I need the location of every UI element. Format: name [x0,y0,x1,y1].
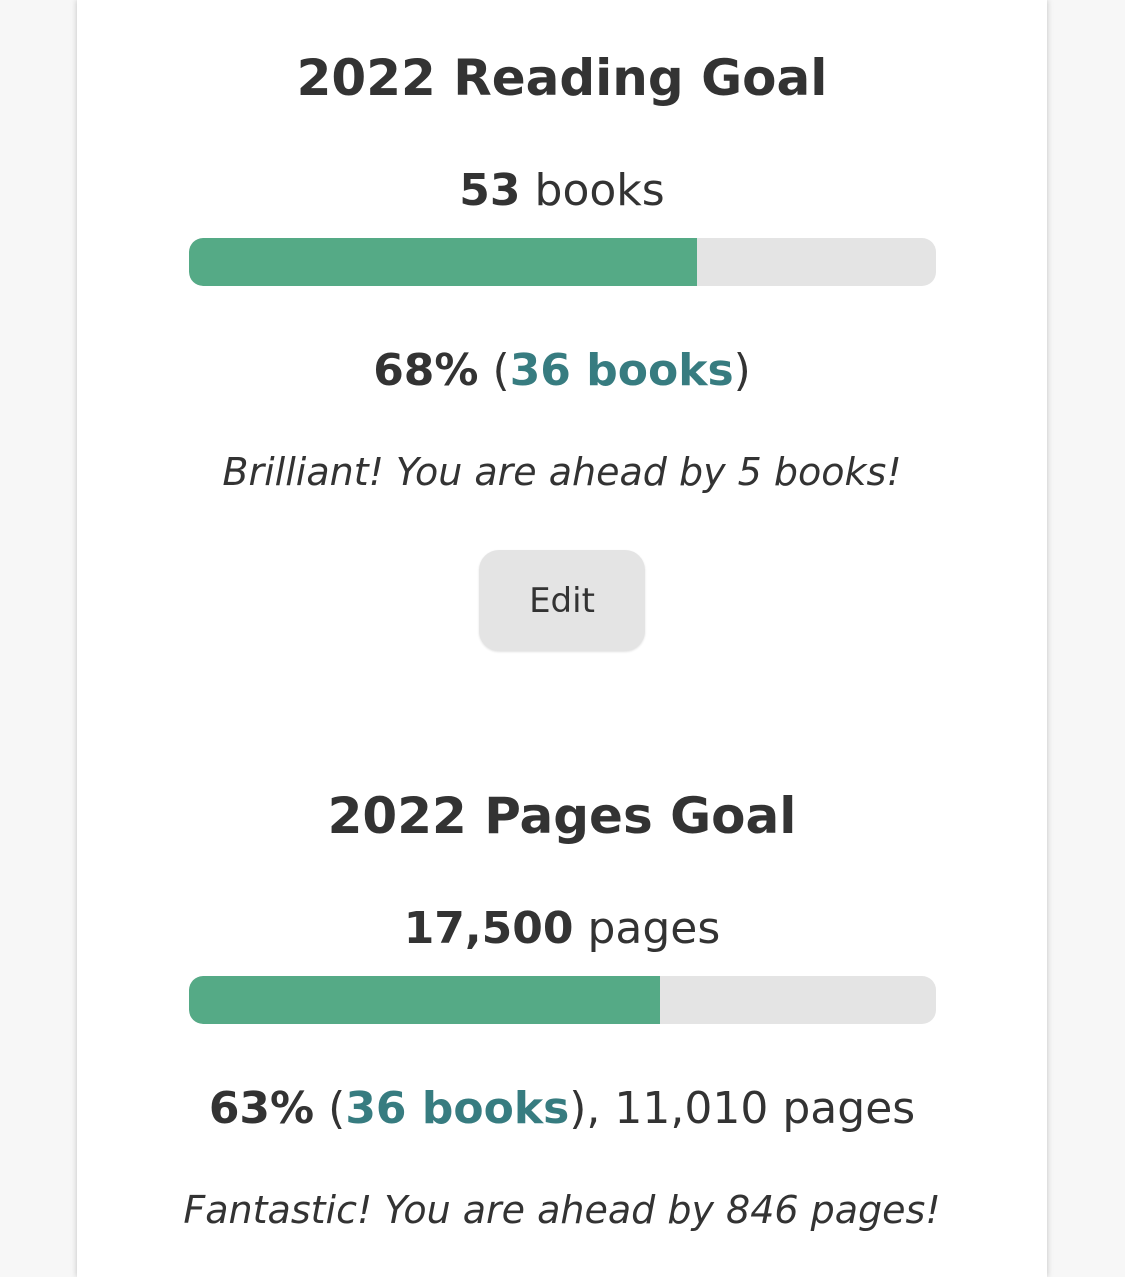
reading-goal-target-unit: books [534,165,665,216]
reading-goal-message: Brilliant! You are ahead by 5 books! [222,450,902,494]
pages-goal-percent: 63% [208,1083,315,1134]
pages-goal-progress-fill [189,976,660,1024]
reading-goal-books-link[interactable]: 36 books [510,345,734,396]
reading-goal-progress-bar [189,238,936,286]
pages-goal-target-number: 17,500 [403,903,574,954]
edit-button[interactable]: Edit [479,550,645,651]
paren-open: ( [492,345,510,396]
pages-goal-target-unit: pages [587,903,721,954]
reading-goal-progress-fill [189,238,697,286]
pages-goal-books-link[interactable]: 36 books [345,1083,569,1134]
reading-goal-title: 2022 Reading Goal [296,49,828,107]
reading-goal-percent: 68% [373,345,479,396]
reading-goal-progress-text: 68% (36 books) [77,345,1047,397]
pages-goal-target: 17,500 pages [77,903,1047,955]
paren-close-comma: ), [569,1083,601,1134]
goals-card: 2022 Reading Goal 53 books 68% (36 books… [77,0,1047,1277]
pages-goal-message: Fantastic! You are ahead by 846 pages! [183,1188,941,1232]
reading-goal-target: 53 books [77,165,1047,217]
pages-goal-pages-read: 11,010 pages [614,1083,916,1134]
pages-goal-progress-text: 63% (36 books), 11,010 pages [77,1083,1047,1135]
reading-goal-target-number: 53 [459,165,521,216]
paren-close: ) [733,345,751,396]
pages-goal-title: 2022 Pages Goal [327,787,797,845]
paren-open: ( [328,1083,346,1134]
pages-goal-progress-bar [189,976,936,1024]
